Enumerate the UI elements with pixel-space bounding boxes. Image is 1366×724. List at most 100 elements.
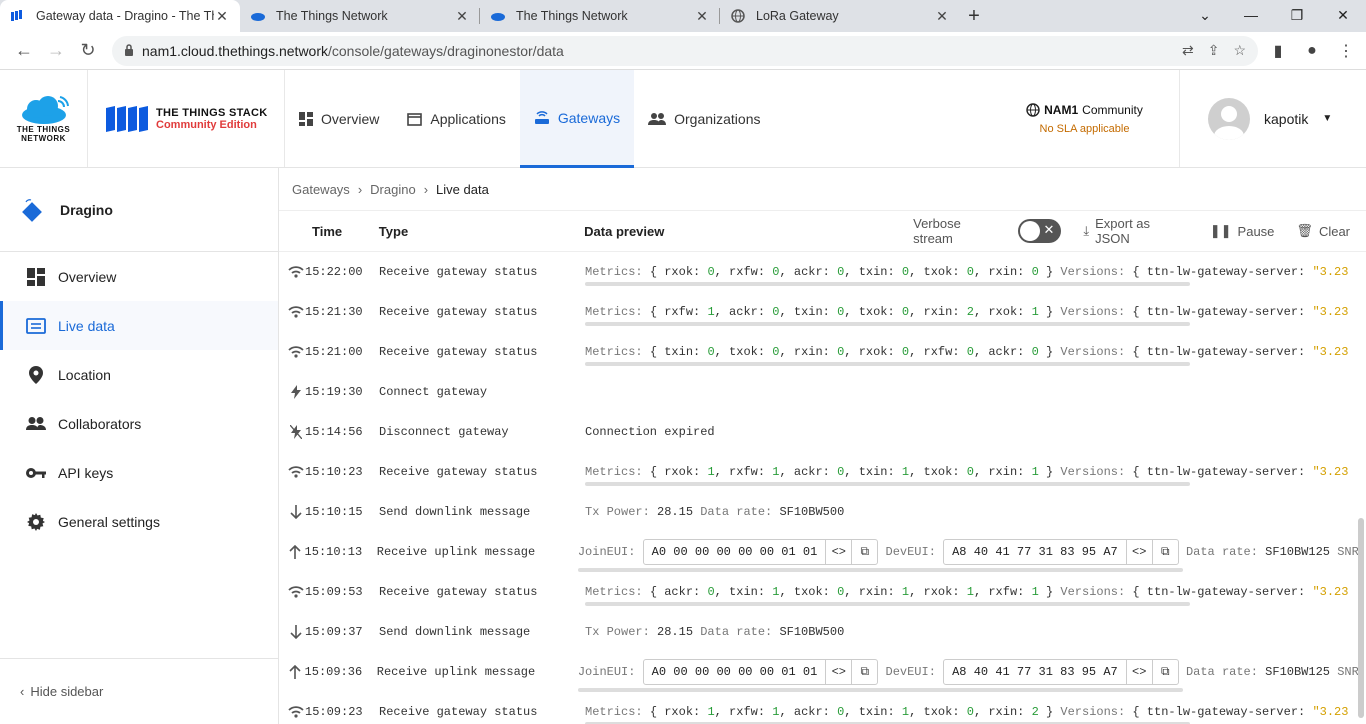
sidebar-item-location[interactable]: Location: [0, 350, 278, 399]
comma: ,: [714, 265, 730, 279]
side-panel-icon[interactable]: ▮: [1266, 41, 1290, 61]
new-tab-button[interactable]: +: [960, 0, 988, 32]
breadcrumb: Gateways › Dragino › Live data: [279, 168, 1366, 211]
wifi-icon: [279, 586, 305, 598]
nav-organizations[interactable]: Organizations: [634, 70, 774, 168]
sidebar-item-collaborators[interactable]: Collaborators: [0, 399, 278, 448]
sidebar-item-live-data[interactable]: Live data: [0, 301, 278, 350]
sidebar: Dragino Overview Live data Location Coll…: [0, 168, 279, 724]
sidebar-item-general-settings[interactable]: General settings: [0, 497, 278, 546]
nav-applications[interactable]: Applications: [393, 70, 520, 168]
join-eui-chip: A0 00 00 00 00 00 01 01 <> ⧉: [642, 539, 879, 565]
hide-sidebar-button[interactable]: ‹ Hide sidebar: [0, 658, 278, 724]
browser-tab-1[interactable]: The Things Network ✕: [240, 0, 480, 32]
tab-search-icon[interactable]: ⌄: [1182, 0, 1228, 32]
sidebar-item-overview[interactable]: Overview: [0, 252, 278, 301]
table-row[interactable]: 15:09:36 Receive uplink message JoinEUI: A…: [279, 652, 1366, 692]
data-preview: JoinEUI: A0 00 00 00 00 00 01 01 <> ⧉ DevE…: [577, 659, 1366, 692]
translate-icon[interactable]: ⇄: [1182, 42, 1194, 59]
profile-icon[interactable]: ●: [1300, 42, 1324, 60]
nav-gateways[interactable]: Gateways: [519, 70, 635, 168]
browser-tab-3[interactable]: LoRa Gateway ✕: [720, 0, 960, 32]
wifi-icon: [279, 706, 305, 718]
copy-icon[interactable]: ⧉: [1151, 660, 1178, 684]
tts-logo[interactable]: THE THINGS STACK Community Edition: [88, 70, 285, 167]
metric-key: txin:: [858, 465, 902, 479]
close-tab-icon[interactable]: ✕: [454, 8, 470, 25]
forward-arrow-icon[interactable]: →: [40, 35, 72, 67]
tx-power-label: Tx Power:: [585, 625, 658, 639]
table-row[interactable]: 15:21:00 Receive gateway status Metrics: {…: [279, 332, 1366, 372]
table-row[interactable]: 15:22:00 Receive gateway status Metrics: {…: [279, 252, 1366, 292]
verbose-stream-label: Verbose stream: [913, 216, 961, 246]
versions-label: Versions:: [1060, 705, 1133, 719]
dev-eui-label: DevEUI:: [878, 545, 944, 560]
share-icon[interactable]: ⇪: [1208, 42, 1220, 59]
metric-value: 0: [966, 345, 974, 359]
browser-menu-icon[interactable]: ⋮: [1334, 41, 1358, 61]
ttn-logo[interactable]: THE THINGS NETWORK: [0, 70, 88, 167]
close-window-icon[interactable]: ✕: [1320, 0, 1366, 32]
metric-key: rxfw:: [988, 585, 1032, 599]
data-preview: Metrics: { ackr: 0, txin: 1, txok: 0, rx…: [585, 585, 1348, 606]
browser-tab-2[interactable]: The Things Network ✕: [480, 0, 720, 32]
comma: ,: [973, 465, 989, 479]
breadcrumb-dragino[interactable]: Dragino: [370, 182, 416, 197]
close-tab-icon[interactable]: ✕: [934, 8, 950, 25]
nav-overview[interactable]: Overview: [285, 70, 393, 168]
scrollbar[interactable]: [1358, 518, 1364, 718]
table-row[interactable]: 15:10:13 Receive uplink message JoinEUI: A…: [279, 532, 1366, 572]
pause-button[interactable]: ❚❚ Pause: [1210, 223, 1275, 239]
caret-down-icon: ▼: [1322, 113, 1333, 124]
table-row[interactable]: 15:14:56 Disconnect gateway Connection exp…: [279, 412, 1366, 452]
arrow-up-icon: [279, 545, 305, 559]
table-row[interactable]: 15:09:53 Receive gateway status Metrics: {…: [279, 572, 1366, 612]
tx-power-value: 28.15: [657, 625, 701, 639]
clear-button[interactable]: 🗑 Clear: [1296, 223, 1350, 239]
table-row[interactable]: 15:09:37 Send downlink message Tx Power: 2…: [279, 612, 1366, 652]
back-arrow-icon[interactable]: ←: [8, 35, 40, 67]
reload-icon[interactable]: ↻: [72, 35, 104, 67]
join-eui-label: JoinEUI:: [577, 665, 643, 680]
copy-icon[interactable]: ⧉: [851, 540, 877, 564]
chevron-right-icon: ›: [357, 181, 363, 197]
close-tab-icon[interactable]: ✕: [694, 8, 710, 25]
data-rate-value: SF10BW125: [1265, 665, 1338, 680]
metric-value: 1: [1031, 465, 1039, 479]
comma: ,: [973, 345, 989, 359]
export-json-button[interactable]: ⤓ Export as JSON: [1083, 216, 1187, 246]
verbose-stream-toggle[interactable]: Verbose stream ✕: [913, 216, 1062, 246]
code-toggle-icon[interactable]: <>: [1125, 660, 1152, 684]
avatar: [1208, 97, 1250, 140]
close-tab-icon[interactable]: ✕: [214, 8, 230, 25]
window-icon: [407, 112, 423, 126]
metric-value: 1: [707, 705, 715, 719]
bookmark-star-icon[interactable]: ☆: [1233, 42, 1246, 59]
code-toggle-icon[interactable]: <>: [825, 540, 851, 564]
minimize-icon[interactable]: —: [1228, 0, 1274, 32]
toggle-switch[interactable]: ✕: [1017, 219, 1062, 243]
code-toggle-icon[interactable]: <>: [825, 660, 851, 684]
metric-key: txok:: [923, 705, 967, 719]
comma: ,: [909, 705, 924, 719]
table-row[interactable]: 15:09:23 Receive gateway status Metrics: {…: [279, 692, 1366, 724]
metric-key: rxok:: [664, 705, 708, 719]
copy-icon[interactable]: ⧉: [1151, 540, 1178, 564]
browser-tab-0[interactable]: Gateway data - Dragino - The Things Stac…: [0, 0, 240, 32]
sidebar-item-api-keys[interactable]: API keys: [0, 448, 278, 497]
address-bar[interactable]: nam1.cloud.thethings.network/console/gat…: [112, 35, 1258, 66]
column-header-time: Time: [312, 223, 343, 239]
metric-key: rxfw:: [729, 465, 773, 479]
code-toggle-icon[interactable]: <>: [1125, 540, 1152, 564]
table-row[interactable]: 15:21:30 Receive gateway status Metrics: {…: [279, 292, 1366, 332]
metric-value: 0: [966, 705, 974, 719]
copy-icon[interactable]: ⧉: [851, 660, 877, 684]
table-row[interactable]: 15:19:30 Connect gateway: [279, 372, 1366, 412]
user-menu[interactable]: kapotik ▼: [1180, 70, 1366, 167]
table-row[interactable]: 15:10:15 Send downlink message Tx Power: 2…: [279, 492, 1366, 532]
ttn-logo-text: THE THINGS NETWORK: [16, 124, 71, 143]
data-rate-value: SF10BW500: [779, 625, 845, 639]
table-row[interactable]: 15:10:23 Receive gateway status Metrics: {…: [279, 452, 1366, 492]
breadcrumb-gateways[interactable]: Gateways: [292, 182, 350, 197]
restore-icon[interactable]: ❐: [1274, 0, 1320, 32]
